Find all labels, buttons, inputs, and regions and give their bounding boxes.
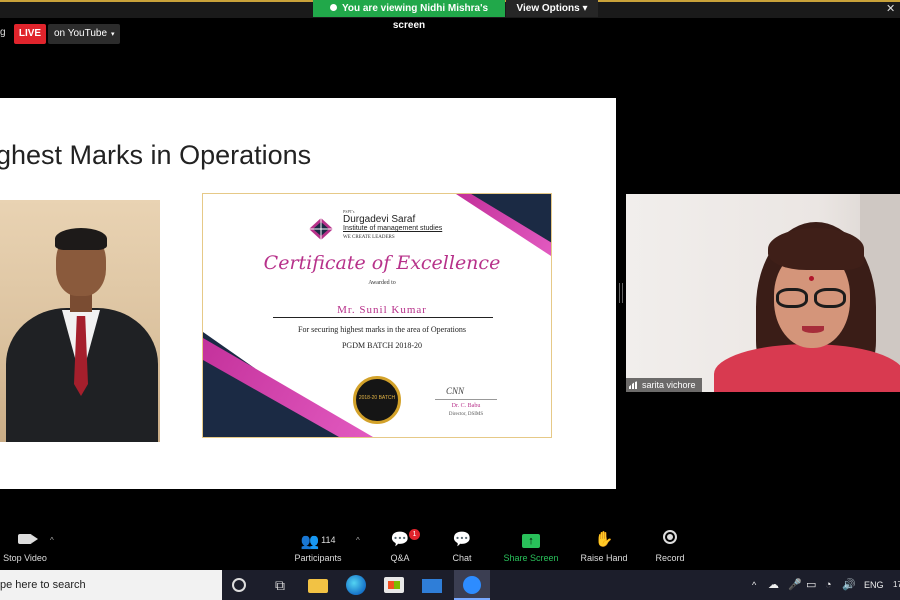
split-resize-handle[interactable] [619,283,623,303]
language-indicator[interactable]: ENG [864,570,884,600]
cert-tagline: WE CREATE LEADERS [343,235,395,240]
qa-unread-badge: 1 [409,529,420,540]
slide-title: ghest Marks in Operations [0,140,312,170]
battery-icon[interactable]: ▭ [806,570,816,600]
view-options-button[interactable]: View Options ▾ [506,0,598,17]
video-fringe [768,228,864,270]
youtube-label: on YouTube [54,28,108,39]
live-status-text: g [0,27,6,38]
task-view-icon[interactable]: ⧉ [270,575,290,595]
cert-signature: CNN [446,386,465,396]
volume-icon[interactable]: 🔊 [842,570,856,600]
share-screen-label: Share Screen [503,553,559,563]
windows-taskbar: pe here to search ⧉ ^ ☁ 🎤 ▭ ◔ 🔊 ENG 17 [0,570,900,600]
signal-bars-icon [629,381,638,389]
raise-hand-label: Raise Hand [580,553,628,563]
cert-institute: Institute of management studies [343,225,443,232]
onedrive-cloud-icon[interactable]: ☁ [768,570,779,600]
video-glasses-left [776,288,808,308]
chat-icon: 💬 [452,531,472,548]
chevron-down-icon: ▾ [582,3,588,14]
taskbar-search-input[interactable]: pe here to search [0,570,222,600]
participants-icon: 👥 [300,533,320,550]
cert-reason: For securing highest marks in the area o… [298,325,466,334]
live-badge: LIVE [14,24,46,44]
participants-options-caret-icon[interactable]: ^ [356,536,360,545]
share-screen-button[interactable]: ↑ Share Screen [496,530,566,563]
video-options-caret-icon[interactable]: ^ [50,536,54,545]
youtube-destination-button[interactable]: on YouTube ▾ [48,24,120,44]
caret-down-icon: ▾ [111,31,115,38]
cortana-icon[interactable] [232,578,246,592]
close-icon[interactable]: ✕ [886,2,895,15]
cert-name-rule [273,317,493,318]
cert-title: Certificate of Excellence [263,252,501,274]
clock-text[interactable]: 17 [893,570,900,600]
zoom-app-icon[interactable] [454,570,490,600]
participants-icon-wrap: 👥 114 [283,530,353,550]
share-status-icon [329,4,337,11]
microphone-icon[interactable]: 🎤 [788,570,802,600]
mail-icon[interactable] [422,579,442,593]
cert-seal: 2018-20 BATCH [353,376,401,424]
share-screen-icon: ↑ [522,534,540,548]
qa-button[interactable]: 💬 Q&A [365,530,435,563]
participants-count: 114 [321,535,336,545]
participant-name: sarita vichore [642,380,696,390]
stop-video-label: Stop Video [3,553,47,563]
top-banner: You are viewing Nidhi Mishra's screen Vi… [0,0,900,31]
participants-button[interactable]: 👥 114 Participants [283,530,353,563]
cert-seal-text: 2018-20 BATCH [358,395,396,401]
chat-button[interactable]: 💬 Chat [427,530,497,563]
chat-label: Chat [452,553,472,563]
video-mouth [802,326,824,333]
store-icon[interactable] [384,577,404,593]
cert-signatory-name: Dr. C. Babu [451,403,481,409]
cert-org-name: Durgadevi Saraf [343,214,416,225]
cert-awarded-to: Awarded to [368,280,396,286]
video-camera-icon [18,534,38,544]
tray-overflow-icon[interactable]: ^ [752,570,756,600]
raise-hand-button[interactable]: ✋ Raise Hand [569,530,639,563]
viewing-screen-banner: You are viewing Nidhi Mishra's screen [313,0,505,31]
cert-batch: PGDM BATCH 2018-20 [341,341,422,350]
record-icon-wrap [635,530,705,550]
cert-signature-line [435,399,497,400]
meeting-toolbar: Stop Video ^ 👥 114 Participants ^ 💬 Q&A 💬… [0,524,900,570]
edge-browser-icon[interactable] [346,575,366,595]
record-icon [663,530,677,544]
shared-screen-slide: ghest Marks in Operations PSPT's Durgade… [0,98,616,489]
viewing-text: You are viewing Nidhi Mishra's screen [341,3,489,31]
file-explorer-icon[interactable] [308,579,328,593]
video-clothing [714,344,900,392]
photo-hair [55,228,107,250]
record-label: Record [655,553,685,563]
wifi-icon[interactable]: ◔ [825,570,832,600]
raise-hand-icon: ✋ [594,531,614,548]
record-button[interactable]: Record [635,530,705,563]
share-screen-icon-wrap: ↑ [496,530,566,550]
stop-video-button[interactable]: Stop Video [0,530,60,563]
video-bindi [809,276,814,281]
cert-recipient: Mr. Sunil Kumar [337,304,427,316]
cert-signatory-role: Director, DSIMS [448,412,484,417]
institute-logo-icon [309,218,333,240]
participant-video-tile[interactable] [626,194,900,392]
qa-icon: 💬 [390,531,410,548]
video-glasses-right [814,288,846,308]
certificate: PSPT's Durgadevi Saraf Institute of mana… [202,193,552,438]
participant-name-tag: sarita vichore [626,378,702,392]
view-options-label: View Options [516,3,580,14]
participants-label: Participants [294,553,342,563]
qa-label: Q&A [390,553,410,563]
recipient-photo [0,200,160,442]
